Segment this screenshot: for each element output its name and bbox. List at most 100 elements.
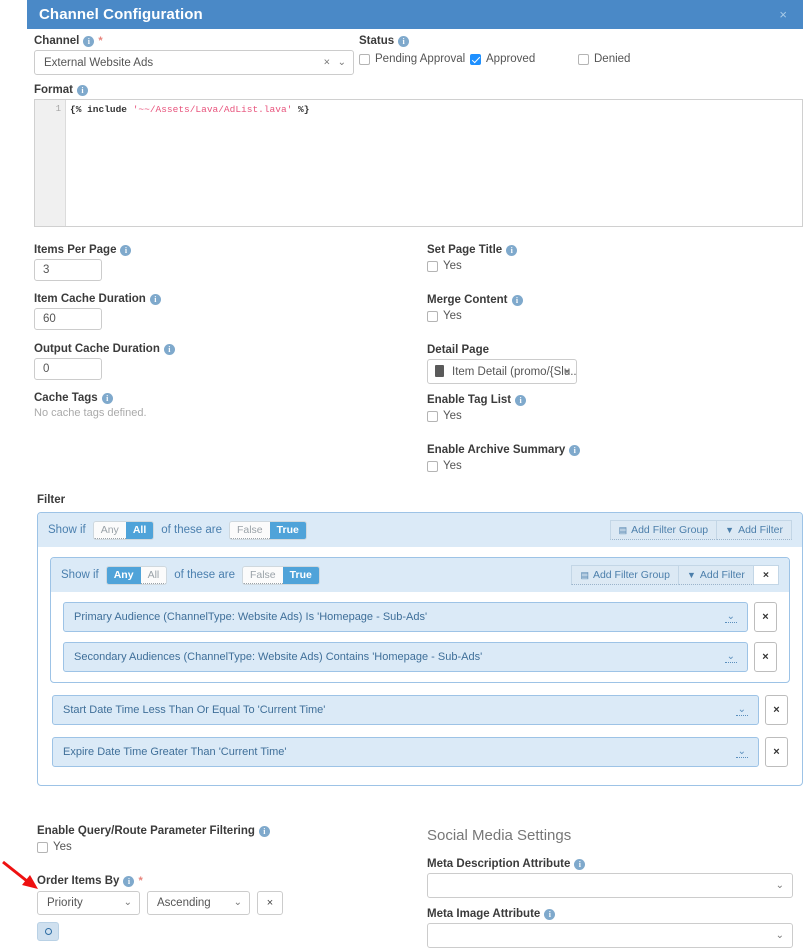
filter-outer-group-header: Show if Any All of these are False True … — [38, 513, 802, 547]
remove-filter-button[interactable]: × — [754, 642, 777, 672]
set-page-title-checkbox-row[interactable]: Yes — [427, 260, 807, 272]
set-page-title-label: Set Page Title i — [427, 244, 807, 256]
info-icon[interactable]: i — [164, 344, 175, 355]
info-icon[interactable]: i — [569, 445, 580, 456]
checkbox-label: Yes — [443, 410, 462, 422]
format-field-group: Format i 1 {% include '~~/Assets/Lava/Ad… — [34, 84, 803, 227]
filter-condition[interactable]: Primary Audience (ChannelType: Website A… — [63, 602, 748, 632]
code-token-string: '~~/Assets/Lava/AdList.lava' — [133, 104, 293, 115]
enable-archive-summary-label: Enable Archive Summary i — [427, 444, 807, 456]
truth-false-option[interactable]: False — [243, 567, 283, 584]
status-option-label: Pending Approval — [375, 53, 465, 65]
match-type-toggle[interactable]: Any All — [106, 566, 168, 585]
set-page-title-group: Set Page Title i Yes — [427, 244, 807, 272]
detail-page-label: Detail Page — [427, 344, 807, 356]
match-all-option[interactable]: All — [126, 522, 153, 539]
detail-page-group: Detail Page Item Detail (promo/{Slu... ▾ — [427, 344, 807, 384]
add-filter-button[interactable]: ▼ Add Filter — [717, 520, 792, 540]
status-option-approved[interactable]: Approved — [470, 53, 578, 65]
order-field-select[interactable]: Priority ⌄ — [37, 891, 140, 915]
filter-outer-group: Show if Any All of these are False True … — [37, 512, 803, 786]
info-icon[interactable]: i — [77, 85, 88, 96]
channel-select-value: External Website Ads — [34, 50, 354, 75]
truth-true-option[interactable]: True — [283, 567, 319, 584]
filter-condition[interactable]: Secondary Audiences (ChannelType: Websit… — [63, 642, 748, 672]
info-icon[interactable]: i — [83, 36, 94, 47]
chevron-down-icon[interactable]: ⌄ — [725, 611, 737, 623]
truth-toggle[interactable]: False True — [242, 566, 320, 585]
remove-filter-button[interactable]: × — [765, 695, 788, 725]
checkbox[interactable] — [427, 261, 438, 272]
filter-condition-row: Primary Audience (ChannelType: Website A… — [63, 602, 777, 632]
checkbox[interactable] — [427, 311, 438, 322]
info-icon[interactable]: i — [259, 826, 270, 837]
add-filter-button[interactable]: ▼ Add Filter — [679, 565, 754, 585]
info-icon[interactable]: i — [102, 393, 113, 404]
item-cache-duration-group: Item Cache Duration i — [34, 293, 414, 330]
checkbox[interactable] — [359, 54, 370, 65]
match-any-option[interactable]: Any — [107, 567, 141, 584]
channel-select[interactable]: External Website Ads × ⌄ — [34, 50, 354, 75]
filter-condition[interactable]: Start Date Time Less Than Or Equal To 'C… — [52, 695, 759, 725]
info-icon[interactable]: i — [120, 245, 131, 256]
meta-image-select[interactable]: ⌄ — [427, 923, 793, 948]
social-media-settings-section: Social Media Settings — [427, 827, 571, 844]
item-cache-duration-input[interactable] — [34, 308, 102, 330]
checkbox[interactable] — [427, 461, 438, 472]
channel-label: Channel i * — [34, 35, 354, 47]
match-type-toggle[interactable]: Any All — [93, 521, 155, 540]
add-filter-group-button[interactable]: ▤ Add Filter Group — [610, 520, 718, 540]
enable-tag-list-group: Enable Tag List i Yes — [427, 394, 807, 422]
match-any-option[interactable]: Any — [94, 522, 126, 539]
status-option-denied[interactable]: Denied — [578, 53, 630, 65]
enable-query-filtering-checkbox-row[interactable]: Yes — [37, 841, 270, 853]
info-icon[interactable]: i — [150, 294, 161, 305]
info-icon[interactable]: i — [515, 395, 526, 406]
status-option-pending[interactable]: Pending Approval — [359, 53, 470, 65]
chevron-down-icon[interactable]: ⌄ — [736, 704, 748, 716]
detail-page-select[interactable]: Item Detail (promo/{Slu... ▾ — [427, 359, 577, 384]
info-icon[interactable]: i — [398, 36, 409, 47]
output-cache-duration-label: Output Cache Duration i — [34, 343, 414, 355]
enable-archive-summary-checkbox-row[interactable]: Yes — [427, 460, 807, 472]
checkbox[interactable] — [427, 411, 438, 422]
truth-toggle[interactable]: False True — [229, 521, 307, 540]
merge-content-checkbox-row[interactable]: Yes — [427, 310, 807, 322]
add-order-item-button[interactable] — [37, 922, 59, 941]
items-per-page-input[interactable] — [34, 259, 102, 281]
editor-code-line[interactable]: {% include '~~/Assets/Lava/AdList.lava' … — [66, 100, 802, 226]
chevron-down-icon[interactable]: ⌄ — [736, 746, 748, 758]
order-items-by-group: Order Items By i * Priority ⌄ Ascending … — [37, 875, 283, 941]
clear-icon[interactable]: × — [324, 56, 330, 68]
checkbox[interactable] — [470, 54, 481, 65]
filter-condition-text: Primary Audience (ChannelType: Website A… — [74, 611, 427, 623]
filter-outer-actions: ▤ Add Filter Group ▼ Add Filter — [610, 520, 792, 540]
checkbox[interactable] — [37, 842, 48, 853]
remove-order-item-button[interactable]: × — [257, 891, 283, 915]
truth-false-option[interactable]: False — [230, 522, 270, 539]
remove-filter-group-button[interactable]: × — [754, 565, 779, 585]
info-icon[interactable]: i — [123, 876, 134, 887]
info-icon[interactable]: i — [544, 909, 555, 920]
remove-filter-button[interactable]: × — [754, 602, 777, 632]
order-direction-select[interactable]: Ascending ⌄ — [147, 891, 250, 915]
output-cache-duration-input[interactable] — [34, 358, 102, 380]
checkbox-label: Yes — [443, 260, 462, 272]
format-code-editor[interactable]: 1 {% include '~~/Assets/Lava/AdList.lava… — [34, 99, 803, 227]
checkbox[interactable] — [578, 54, 589, 65]
truth-true-option[interactable]: True — [270, 522, 306, 539]
page-icon — [435, 365, 444, 377]
enable-tag-list-checkbox-row[interactable]: Yes — [427, 410, 807, 422]
filter-condition[interactable]: Expire Date Time Greater Than 'Current T… — [52, 737, 759, 767]
remove-filter-button[interactable]: × — [765, 737, 788, 767]
close-icon[interactable]: × — [775, 6, 791, 23]
meta-description-select[interactable]: ⌄ — [427, 873, 793, 898]
add-filter-group-button[interactable]: ▤ Add Filter Group — [571, 565, 679, 585]
editor-line-numbers: 1 — [35, 100, 66, 226]
info-icon[interactable]: i — [506, 245, 517, 256]
info-icon[interactable]: i — [574, 859, 585, 870]
chevron-down-icon[interactable]: ⌄ — [725, 651, 737, 663]
order-items-row: Priority ⌄ Ascending ⌄ × — [37, 891, 283, 915]
info-icon[interactable]: i — [512, 295, 523, 306]
match-all-option[interactable]: All — [141, 567, 167, 584]
